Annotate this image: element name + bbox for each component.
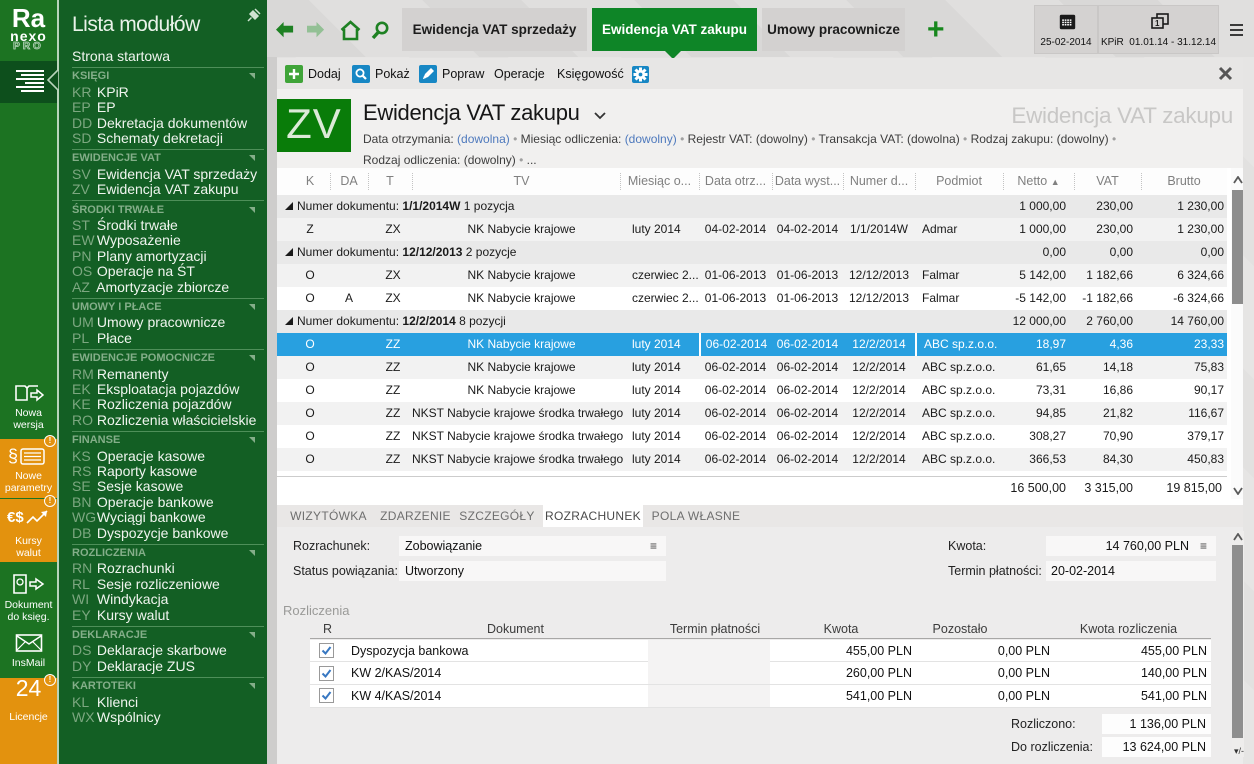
svg-text:1: 1 — [1155, 19, 1160, 28]
svg-text:€$: €$ — [7, 509, 24, 526]
svg-text:§: § — [8, 446, 18, 466]
